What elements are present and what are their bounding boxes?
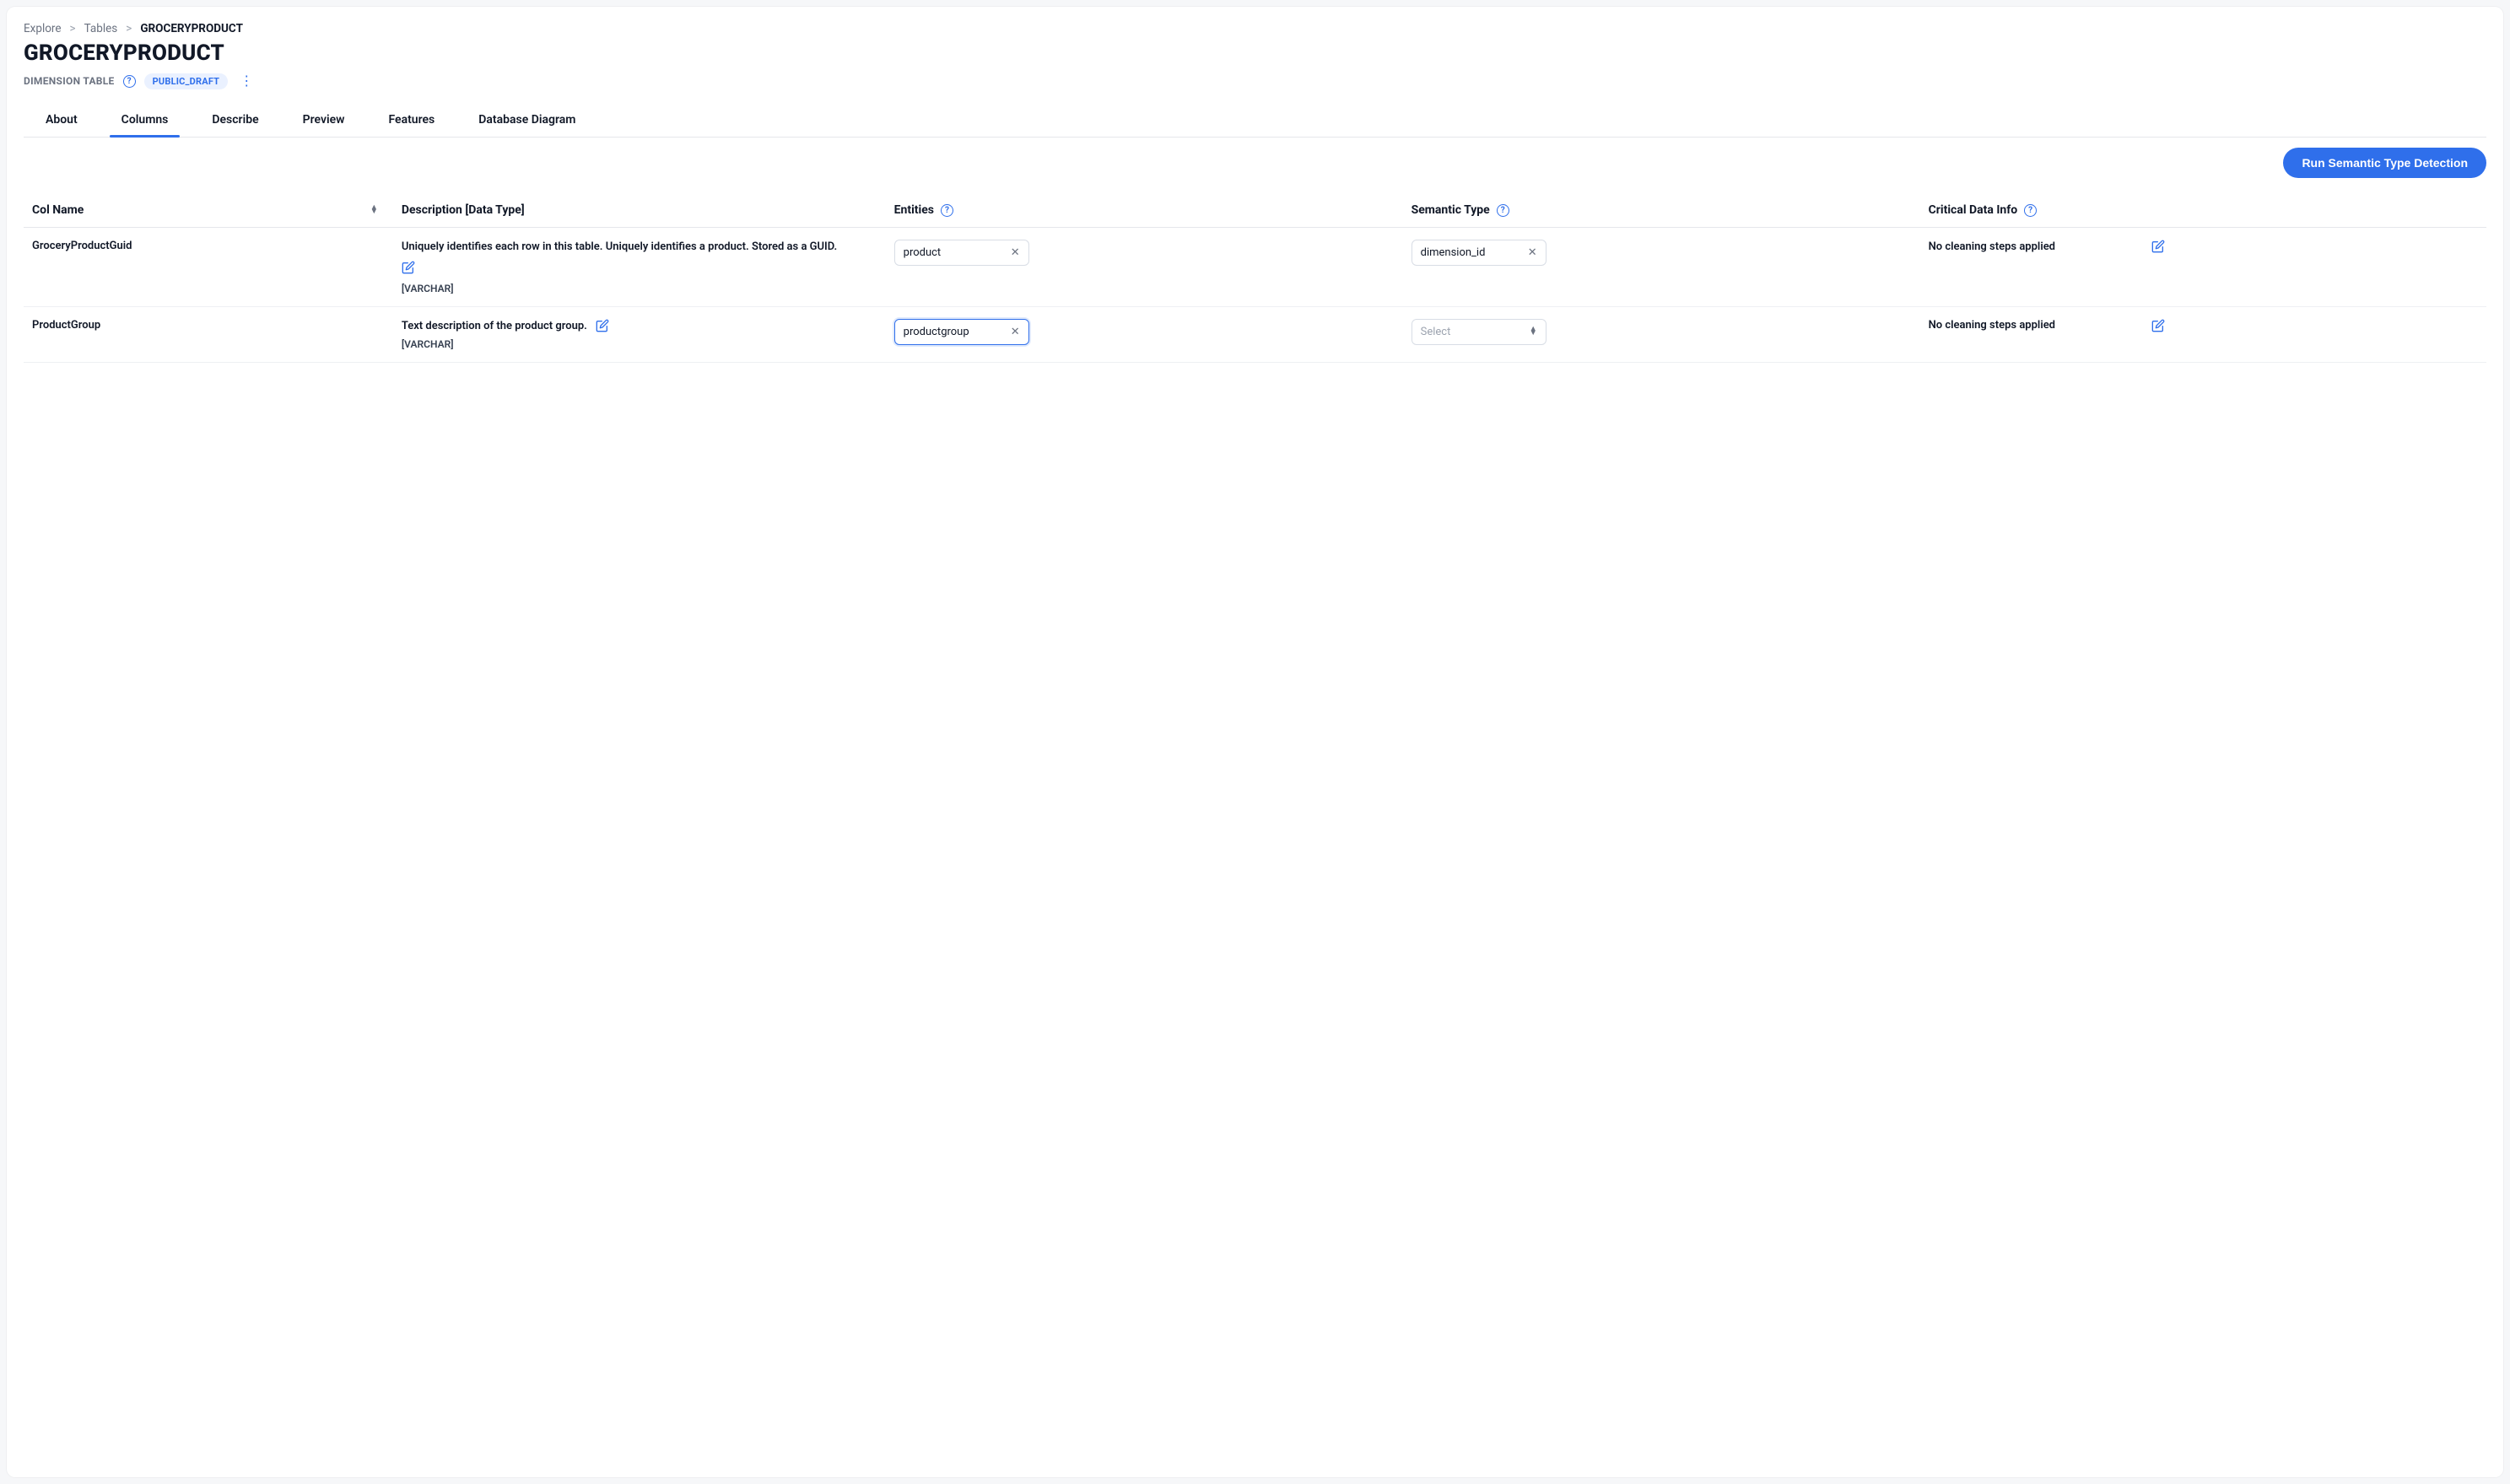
th-critical-data-info: Critical Data Info ? [1920, 193, 2486, 228]
description-text: Uniquely identifies each row in this tab… [402, 240, 837, 256]
entity-value: productgroup [904, 326, 969, 338]
chevron-right-icon: > [70, 22, 76, 35]
tab-database-diagram[interactable]: Database Diagram [478, 105, 575, 137]
table-type-label: DIMENSION TABLE [24, 75, 115, 87]
cell-colname: ProductGroup [24, 306, 393, 362]
th-semtype-label: Semantic Type [1412, 203, 1490, 217]
edit-icon[interactable] [2151, 240, 2165, 253]
chevron-updown-icon: ▲▼ [1530, 327, 1537, 336]
entity-tag-input[interactable]: product ✕ [894, 240, 1029, 266]
page-root: Explore > Tables > GROCERYPRODUCT GROCER… [7, 7, 2503, 1477]
tab-about[interactable]: About [46, 105, 78, 137]
chevron-right-icon: > [126, 22, 132, 35]
breadcrumb-link-tables[interactable]: Tables [84, 22, 118, 35]
breadcrumb: Explore > Tables > GROCERYPRODUCT [24, 22, 2486, 35]
table-header-row: Col Name ▲▼ Description [Data Type] Enti… [24, 193, 2486, 228]
cdi-text: No cleaning steps applied [1929, 319, 2055, 332]
cell-critical-data-info: No cleaning steps applied [1920, 306, 2486, 362]
breadcrumb-link-explore[interactable]: Explore [24, 22, 62, 35]
tab-features[interactable]: Features [388, 105, 435, 137]
tab-describe[interactable]: Describe [212, 105, 258, 137]
help-icon[interactable]: ? [1497, 204, 1509, 217]
toolbar: Run Semantic Type Detection [24, 138, 2486, 188]
entity-tag-input[interactable]: productgroup ✕ [894, 319, 1029, 345]
edit-icon[interactable] [402, 261, 415, 274]
th-colname[interactable]: Col Name ▲▼ [24, 193, 393, 228]
help-icon[interactable]: ? [2024, 204, 2037, 217]
th-cdi-label: Critical Data Info [1929, 203, 2018, 217]
datatype: [VARCHAR] [402, 283, 454, 294]
tabs: About Columns Describe Preview Features Datab… [24, 105, 2486, 138]
th-entities: Entities ? [886, 193, 1403, 228]
clear-icon[interactable]: ✕ [1011, 326, 1020, 338]
clear-icon[interactable]: ✕ [1528, 246, 1537, 259]
more-actions-icon[interactable]: ⋮ [236, 73, 256, 89]
description-text: Text description of the product group. [402, 319, 587, 335]
cell-semantic-type: Select ▲▼ [1403, 306, 1920, 362]
table-row: ProductGroupText description of the prod… [24, 306, 2486, 362]
run-semantic-type-detection-button[interactable]: Run Semantic Type Detection [2283, 148, 2486, 178]
help-icon[interactable]: ? [941, 204, 953, 217]
th-colname-label: Col Name [32, 203, 84, 217]
cell-description: Text description of the product group. [V… [393, 306, 886, 362]
page-title: GROCERYPRODUCT [24, 40, 2486, 66]
tab-preview[interactable]: Preview [303, 105, 345, 137]
semantic-type-value: dimension_id [1421, 246, 1486, 259]
th-semantic-type: Semantic Type ? [1403, 193, 1920, 228]
cell-entities: product ✕ [886, 228, 1403, 307]
columns-table: Col Name ▲▼ Description [Data Type] Enti… [24, 193, 2486, 363]
datatype: [VARCHAR] [402, 338, 877, 350]
edit-icon[interactable] [596, 319, 609, 332]
th-description: Description [Data Type] [393, 193, 886, 228]
cell-critical-data-info: No cleaning steps applied [1920, 228, 2486, 307]
edit-icon[interactable] [2151, 319, 2165, 332]
th-description-label: Description [Data Type] [402, 203, 525, 217]
entity-value: product [904, 246, 942, 259]
semantic-type-select[interactable]: Select ▲▼ [1412, 319, 1546, 345]
tab-columns[interactable]: Columns [121, 105, 169, 137]
th-entities-label: Entities [894, 203, 934, 217]
page-meta: DIMENSION TABLE ? PUBLIC_DRAFT ⋮ [24, 73, 2486, 89]
semantic-type-tag-input[interactable]: dimension_id ✕ [1412, 240, 1546, 266]
help-icon[interactable]: ? [123, 75, 136, 88]
status-badge: PUBLIC_DRAFT [144, 73, 229, 89]
cell-semantic-type: dimension_id ✕ [1403, 228, 1920, 307]
cdi-text: No cleaning steps applied [1929, 240, 2055, 253]
cell-colname: GroceryProductGuid [24, 228, 393, 307]
sort-icon[interactable]: ▲▼ [370, 206, 378, 214]
clear-icon[interactable]: ✕ [1011, 246, 1020, 259]
table-row: GroceryProductGuid Uniquely identifies ea… [24, 228, 2486, 307]
cell-description: Uniquely identifies each row in this tab… [393, 228, 886, 307]
breadcrumb-current: GROCERYPRODUCT [140, 22, 243, 35]
select-placeholder: Select [1421, 326, 1451, 338]
cell-entities: productgroup ✕ [886, 306, 1403, 362]
